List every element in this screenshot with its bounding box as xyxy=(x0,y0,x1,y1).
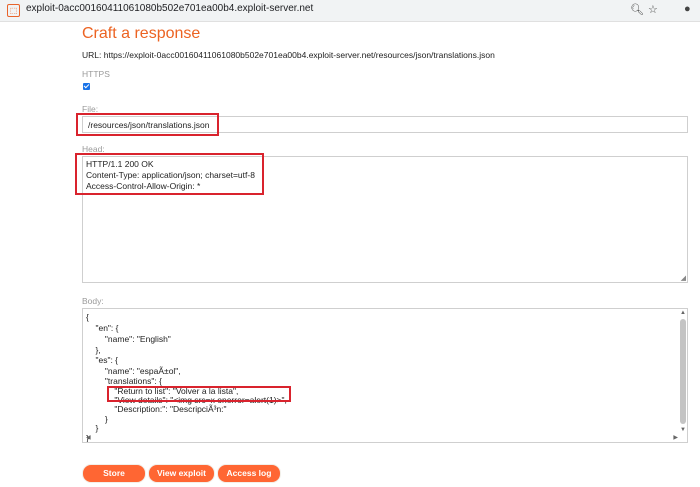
body-line: { xyxy=(86,312,89,322)
scroll-left-arrow-icon[interactable]: ◀ xyxy=(86,434,91,441)
https-label: HTTPS xyxy=(82,69,110,79)
browser-address-bar[interactable]: ⬚ exploit-0acc00160411061080b502e701ea00… xyxy=(0,0,700,22)
body-line: "name": "English" xyxy=(86,334,171,344)
view-details-highlight-box xyxy=(107,386,291,402)
body-textarea[interactable]: { "en": { "name": "English" }, "es": { "… xyxy=(82,308,688,443)
scroll-right-arrow-icon[interactable]: ▶ xyxy=(673,434,678,441)
page-title: Craft a response xyxy=(82,25,201,42)
bookmark-star-icon[interactable]: ☆ xyxy=(648,3,658,16)
scroll-up-arrow-icon[interactable]: ▲ xyxy=(680,310,686,316)
resize-handle-icon[interactable]: ◢ xyxy=(681,274,686,282)
response-url: URL: https://exploit-0acc00160411061080b… xyxy=(82,50,495,60)
zoom-icon[interactable]: 🔍︎ xyxy=(630,3,644,16)
scroll-down-arrow-icon[interactable]: ▼ xyxy=(680,427,686,433)
file-highlight-box xyxy=(76,113,219,136)
extension-cookie-icon[interactable]: ● xyxy=(684,3,691,15)
address-url[interactable]: exploit-0acc00160411061080b502e701ea00b4… xyxy=(26,3,313,14)
store-button[interactable]: Store xyxy=(82,464,146,483)
head-highlight-box xyxy=(75,153,264,195)
vertical-scrollbar[interactable] xyxy=(680,319,686,424)
body-label: Body: xyxy=(82,296,104,306)
view-exploit-button[interactable]: View exploit xyxy=(148,464,215,483)
body-line: "en": { xyxy=(86,323,119,333)
https-checkbox[interactable] xyxy=(83,83,90,90)
site-favicon-icon: ⬚ xyxy=(7,4,20,17)
access-log-button[interactable]: Access log xyxy=(217,464,281,483)
body-line: "es": { xyxy=(86,355,119,365)
